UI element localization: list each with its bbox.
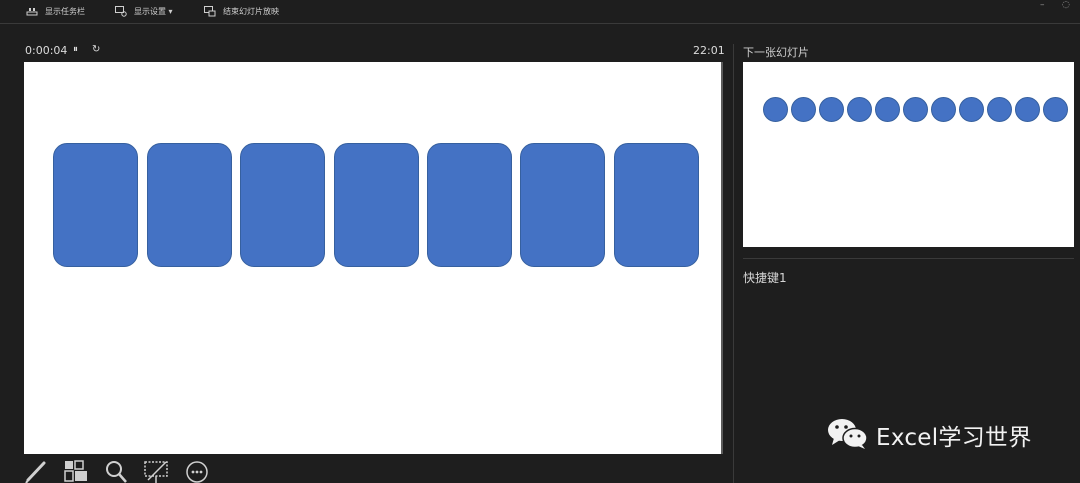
- next-slide-circle-shape: [763, 97, 788, 122]
- next-slide-preview[interactable]: [743, 62, 1074, 247]
- screen-black-icon[interactable]: [144, 458, 170, 483]
- display-settings-label: 显示设置 ▾: [134, 6, 173, 16]
- next-slide-circle-shape: [1015, 97, 1040, 122]
- display-settings-icon: [115, 5, 127, 17]
- slide-card-shape: [427, 143, 512, 267]
- slide-card-shape: [147, 143, 232, 267]
- next-slide-circle-shape: [819, 97, 844, 122]
- slide-card-shape: [520, 143, 605, 267]
- pause-timer-icon[interactable]: ⏸: [73, 44, 78, 55]
- end-slideshow-icon: [204, 5, 216, 17]
- next-slide-circle-shape: [847, 97, 872, 122]
- notes-divider: [743, 258, 1074, 259]
- next-slide-circle-shape: [1043, 97, 1068, 122]
- next-slide-label: 下一张幻灯片: [743, 46, 809, 59]
- slide-card-shape: [240, 143, 325, 267]
- next-slide-circle-shape: [987, 97, 1012, 122]
- end-slideshow-button[interactable]: 结束幻灯片放映: [204, 4, 279, 18]
- display-settings-button[interactable]: 显示设置 ▾: [115, 4, 173, 18]
- watermark-text: Excel学习世界: [876, 425, 1032, 451]
- show-taskbar-label: 显示任务栏: [45, 6, 85, 16]
- end-slideshow-label: 结束幻灯片放映: [223, 6, 279, 16]
- slide-card-shape: [334, 143, 419, 267]
- slide-card-shape: [614, 143, 699, 267]
- next-slide-circle-shape: [931, 97, 956, 122]
- wechat-icon: [826, 416, 870, 454]
- zoom-icon[interactable]: [104, 458, 130, 483]
- next-slide-circle-shape: [875, 97, 900, 122]
- next-slide-circle-shape: [791, 97, 816, 122]
- speaker-notes[interactable]: 快捷键1: [743, 269, 787, 286]
- panel-divider[interactable]: [733, 44, 734, 483]
- view-all-slides-icon[interactable]: [64, 458, 90, 483]
- restart-timer-icon[interactable]: ↻: [92, 44, 100, 55]
- minimize-icon[interactable]: –: [1040, 0, 1045, 10]
- current-time: 22:01: [693, 44, 725, 57]
- restore-icon[interactable]: ◌: [1062, 0, 1070, 10]
- presenter-view: 显示任务栏 显示设置 ▾ 结束幻灯片放映 – ◌ 0:00:04 ⏸ ↻ 22:…: [0, 0, 1080, 483]
- more-options-icon[interactable]: [184, 458, 210, 483]
- pen-icon[interactable]: [24, 458, 50, 483]
- watermark: Excel学习世界: [826, 418, 1032, 452]
- slide-card-shape: [53, 143, 138, 267]
- current-slide[interactable]: [24, 62, 723, 454]
- next-slide-circle-shape: [903, 97, 928, 122]
- taskbar-icon: [26, 6, 38, 16]
- next-slide-circle-shape: [959, 97, 984, 122]
- presenter-toolbar: 显示任务栏 显示设置 ▾ 结束幻灯片放映 – ◌: [0, 0, 1080, 24]
- show-taskbar-button[interactable]: 显示任务栏: [26, 4, 85, 18]
- elapsed-timer: 0:00:04: [25, 44, 68, 57]
